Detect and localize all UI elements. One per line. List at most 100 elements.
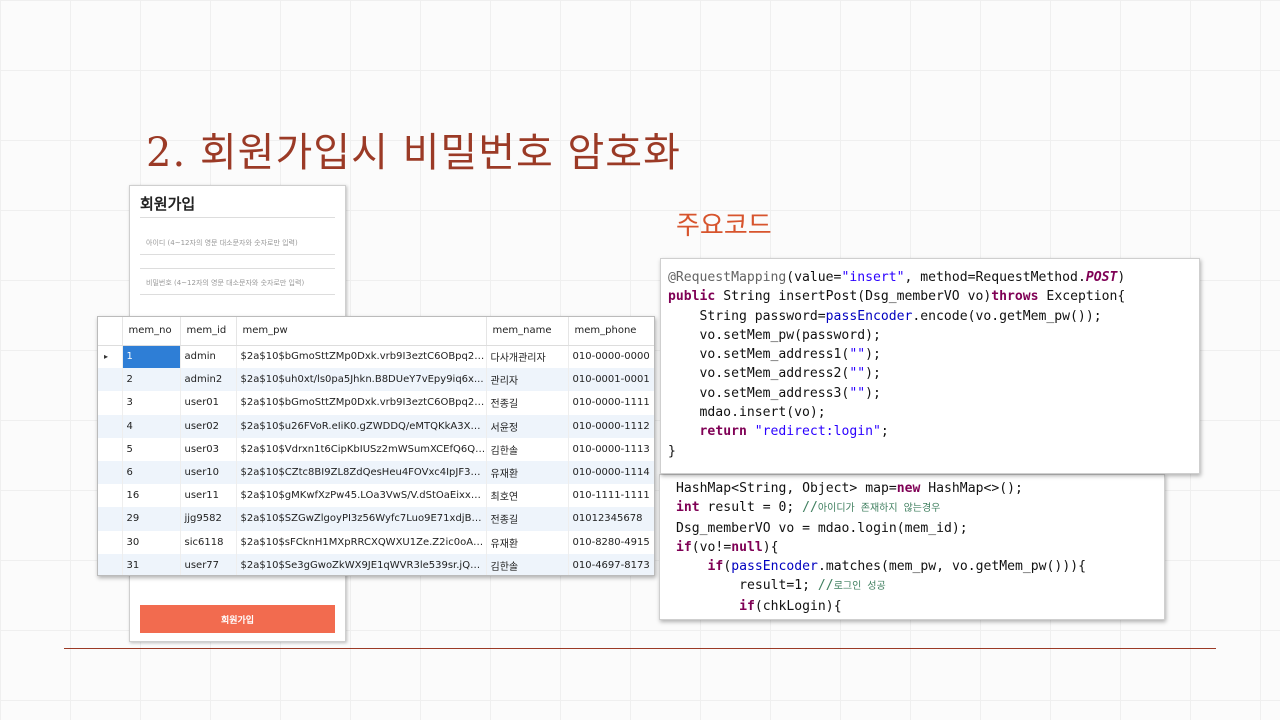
cell-mem-name[interactable]: 김한솔 (486, 553, 569, 575)
row-indicator (98, 507, 123, 531)
cell-mem-id[interactable]: user03 (180, 437, 237, 461)
cell-mem-no[interactable]: 5 (122, 437, 181, 461)
cell-mem-name[interactable]: 김한솔 (486, 437, 569, 461)
cell-mem-phone[interactable]: 010-0000-1113 (568, 437, 654, 461)
cell-mem-phone[interactable]: 010-0001-0001 (568, 368, 654, 392)
cell-mem-no[interactable]: 4 (122, 414, 181, 438)
code-line: @RequestMapping(value="insert", method=R… (668, 270, 1126, 285)
code-line: public String insertPost(Dsg_memberVO vo… (668, 289, 1126, 305)
cell-mem-name[interactable]: 최호연 (486, 484, 569, 508)
cell-mem-id[interactable]: admin2 (180, 368, 237, 392)
row-indicator (98, 484, 123, 508)
column-header[interactable]: mem_no (122, 317, 181, 346)
table-row[interactable]: 30 sic6118 $2a$10$sFCknH1MXpRRCXQWXU1Ze.… (98, 530, 654, 554)
code-line: String password=passEncoder.encode(vo.ge… (668, 308, 1102, 324)
row-indicator (98, 368, 123, 392)
code-line: result=1; //로그인 성공 (676, 578, 886, 594)
cell-mem-phone[interactable]: 010-1111-1111 (568, 484, 654, 508)
table-row[interactable]: 29 jjg9582 $2a$10$SZGwZlgoyPI3z56Wyfc7Lu… (98, 507, 654, 531)
cell-mem-pw[interactable]: $2a$10$sFCknH1MXpRRCXQWXU1Ze.Z2ic0oAu... (236, 530, 487, 554)
cell-mem-pw[interactable]: $2a$10$CZtc8BI9ZL8ZdQesHeu4FOVxc4IpJF3D.… (236, 460, 487, 485)
cell-mem-pw[interactable]: $2a$10$bGmoSttZMp0Dxk.vrb9I3eztC6OBpq2F.… (236, 391, 487, 415)
cell-mem-phone[interactable]: 010-0000-0000 (568, 345, 654, 369)
cell-mem-no[interactable]: 3 (122, 391, 181, 415)
cell-mem-id[interactable]: user77 (180, 553, 237, 575)
section-subtitle: 주요코드 (676, 211, 772, 241)
cell-mem-id[interactable]: user02 (180, 414, 237, 438)
cell-mem-no[interactable]: 31 (122, 553, 181, 575)
cell-mem-pw[interactable]: $2a$10$Se3gGwoZkWX9JE1qWVR3le539sr.jQ0..… (236, 553, 487, 575)
cell-mem-no[interactable]: 6 (122, 460, 181, 485)
cell-mem-id[interactable]: user11 (180, 484, 237, 508)
column-header[interactable]: mem_phone (568, 317, 654, 346)
login-code-panel: HashMap<String, Object> map=new HashMap<… (659, 474, 1165, 620)
row-indicator (98, 414, 123, 438)
code-line: mdao.insert(vo); (668, 405, 826, 421)
cell-mem-pw[interactable]: $2a$10$Vdrxn1t6CipKbIUSz2mWSumXCEfQ6Ql..… (236, 437, 487, 461)
table-row[interactable]: 5 user03 $2a$10$Vdrxn1t6CipKbIUSz2mWSumX… (98, 437, 654, 461)
cell-mem-id[interactable]: sic6118 (180, 530, 237, 554)
cell-mem-pw[interactable]: $2a$10$SZGwZlgoyPI3z56Wyfc7Luo9E71xdjBH.… (236, 507, 487, 531)
cell-mem-pw[interactable]: $2a$10$gMKwfXzPw45.LOa3VwS/V.dStOaEixx4.… (236, 484, 487, 508)
cell-mem-no[interactable]: 1 (122, 345, 181, 369)
table-row[interactable]: 16 user11 $2a$10$gMKwfXzPw45.LOa3VwS/V.d… (98, 484, 654, 508)
signup-button[interactable]: 회원가입 (140, 605, 335, 633)
column-header[interactable]: mem_pw (236, 317, 487, 346)
cell-mem-no[interactable]: 2 (122, 368, 181, 392)
table-row[interactable]: 31 user77 $2a$10$Se3gGwoZkWX9JE1qWVR3le5… (98, 553, 654, 575)
bottom-divider (64, 648, 1216, 649)
cell-mem-no[interactable]: 29 (122, 507, 181, 531)
code-line: return "redirect:login"; (699, 424, 889, 440)
cell-mem-name[interactable]: 서윤정 (486, 414, 569, 438)
insert-code-panel: @RequestMapping(value="insert", method=R… (660, 258, 1200, 474)
row-indicator (98, 553, 123, 575)
cell-mem-name[interactable]: 다사개관리자 (486, 345, 569, 369)
code-line: if(passEncoder.matches(mem_pw, vo.getMem… (707, 559, 1086, 575)
table-row[interactable]: 4 user02 $2a$10$u26FVoR.eIiK0.gZWDDQ/eMT… (98, 414, 654, 438)
cell-mem-no[interactable]: 30 (122, 530, 181, 554)
column-header[interactable]: mem_name (486, 317, 569, 346)
member-db-table: mem_no mem_id mem_pw mem_name mem_phone … (97, 316, 655, 576)
table-row[interactable]: 3 user01 $2a$10$bGmoSttZMp0Dxk.vrb9I3ezt… (98, 391, 654, 415)
pw-field-placeholder[interactable]: 비밀번호 (4~12자의 영문 대소문자와 숫자로만 입력) (146, 278, 304, 288)
cell-mem-pw[interactable]: $2a$10$bGmoSttZMp0Dxk.vrb9I3eztC6OBpq2F.… (236, 345, 487, 369)
code-line: HashMap<String, Object> map=new HashMap<… (676, 481, 1023, 496)
cell-mem-pw[interactable]: $2a$10$uh0xt/ls0pa5Jhkn.B8DUeY7vEpy9iq6x… (236, 368, 487, 392)
cell-mem-pw[interactable]: $2a$10$u26FVoR.eIiK0.gZWDDQ/eMTQKkA3Xd..… (236, 414, 487, 438)
table-row[interactable]: 6 user10 $2a$10$CZtc8BI9ZL8ZdQesHeu4FOVx… (98, 460, 654, 485)
cell-mem-name[interactable]: 유재환 (486, 460, 569, 485)
cell-mem-id[interactable]: admin (180, 345, 237, 369)
cell-mem-phone[interactable]: 010-8280-4915 (568, 530, 654, 554)
row-indicator (98, 437, 123, 461)
column-header[interactable]: mem_id (180, 317, 237, 346)
code-line: if(chkLogin){ (739, 598, 842, 614)
table-header-row: mem_no mem_id mem_pw mem_name mem_phone (98, 317, 654, 346)
cell-mem-name[interactable]: 관리자 (486, 368, 569, 392)
cell-mem-name[interactable]: 전종길 (486, 507, 569, 531)
cell-mem-phone[interactable]: 010-0000-1114 (568, 460, 654, 485)
divider (140, 217, 335, 218)
id-field-placeholder[interactable]: 아이디 (4~12자의 영문 대소문자와 숫자로만 입력) (146, 238, 298, 248)
cell-mem-phone[interactable]: 010-0000-1112 (568, 414, 654, 438)
code-line: } (668, 443, 676, 459)
row-indicator-header (98, 317, 123, 346)
cell-mem-no[interactable]: 16 (122, 484, 181, 508)
table-row[interactable]: ▸ 1 admin $2a$10$bGmoSttZMp0Dxk.vrb9I3ez… (98, 345, 654, 369)
table-row[interactable]: 2 admin2 $2a$10$uh0xt/ls0pa5Jhkn.B8DUeY7… (98, 368, 654, 392)
row-indicator (98, 391, 123, 415)
cell-mem-id[interactable]: user01 (180, 391, 237, 415)
cell-mem-id[interactable]: jjg9582 (180, 507, 237, 531)
cell-mem-id[interactable]: user10 (180, 460, 237, 485)
row-indicator (98, 460, 123, 485)
code-line: Dsg_memberVO vo = mdao.login(mem_id); (676, 520, 968, 536)
cell-mem-phone[interactable]: 01012345678 (568, 507, 654, 531)
cell-mem-name[interactable]: 전종길 (486, 391, 569, 415)
cell-mem-phone[interactable]: 010-4697-8173 (568, 553, 654, 575)
cell-mem-name[interactable]: 유재환 (486, 530, 569, 554)
cell-mem-phone[interactable]: 010-0000-1111 (568, 391, 654, 415)
code-line: vo.setMem_address1(""); (668, 347, 881, 363)
code-line: if(vo!=null){ (676, 539, 779, 555)
code-line: int result = 0; //아이디가 존재하지 않는경우 (676, 500, 941, 516)
slide-title: 2. 회원가입시 비밀번호 암호화 (146, 130, 681, 176)
divider (140, 254, 335, 255)
